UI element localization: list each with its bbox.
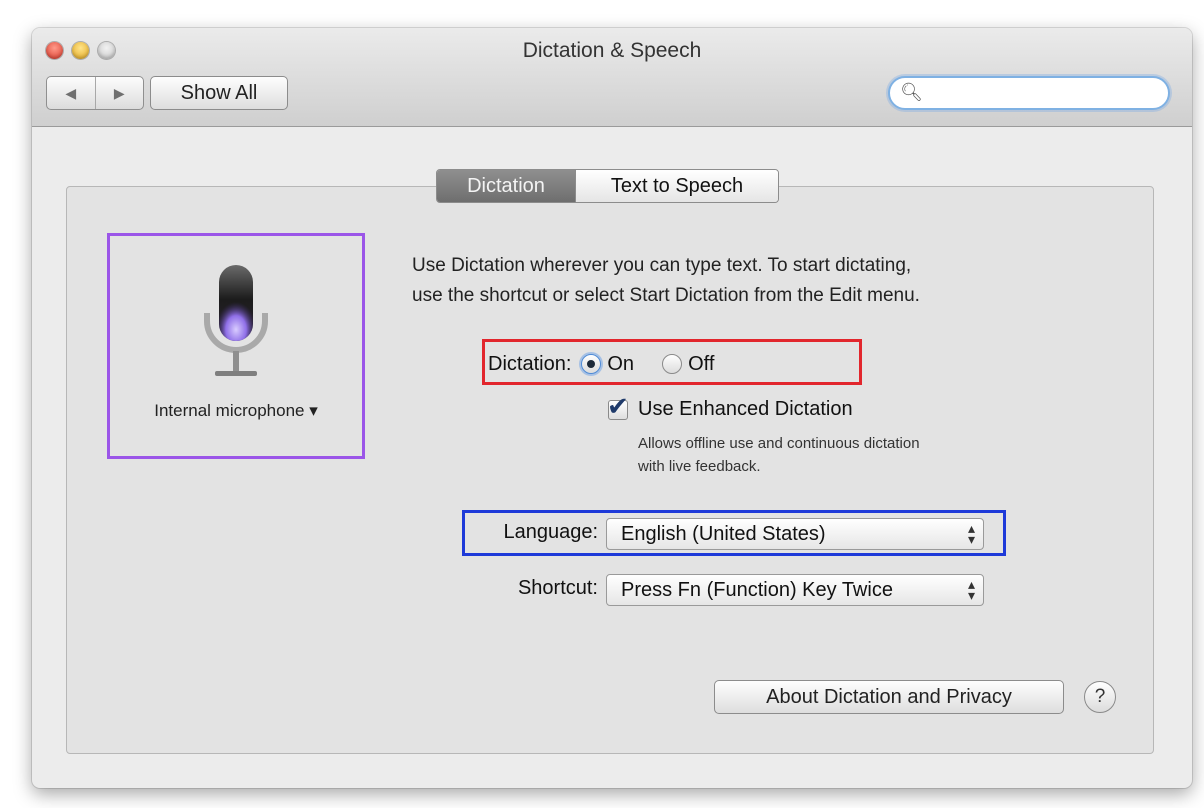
shortcut-select[interactable]: Press Fn (Function) Key Twice ▴ ▾	[606, 574, 984, 606]
tab-dictation[interactable]: Dictation	[437, 170, 575, 202]
tab-bar: Dictation Text to Speech	[436, 169, 779, 203]
select-arrows-icon: ▴ ▾	[967, 520, 975, 547]
dictation-description: Use Dictation wherever you can type text…	[412, 251, 1112, 311]
language-label: Language:	[503, 521, 598, 543]
window-title: Dictation & Speech	[522, 39, 702, 62]
dictation-off-label[interactable]: Off	[688, 353, 714, 376]
forward-arrow-icon: ▶	[113, 84, 125, 101]
search-field[interactable]: 🔍︎	[888, 76, 1170, 110]
description-line-1: Use Dictation wherever you can type text…	[412, 255, 912, 276]
back-forward-control: ◀ ▶	[46, 76, 144, 110]
shortcut-label: Shortcut:	[517, 577, 598, 599]
dictation-toggle-row: Dictation: On Off	[488, 350, 714, 378]
language-select[interactable]: English (United States) ▴ ▾	[606, 518, 984, 550]
search-input[interactable]	[924, 81, 1158, 107]
help-button[interactable]: ?	[1084, 681, 1116, 713]
dictation-off-radio[interactable]	[662, 354, 683, 374]
window-toolbar: Dictation & Speech ◀ ▶ Show All 🔍︎	[32, 28, 1192, 127]
back-button[interactable]: ◀	[47, 77, 95, 109]
search-icon: 🔍︎	[900, 82, 923, 102]
shortcut-value: Press Fn (Function) Key Twice	[621, 578, 893, 601]
dictation-on-radio[interactable]	[581, 354, 602, 374]
checkmark-icon: ✔	[607, 391, 629, 421]
enhanced-help-line-2: with live feedback.	[638, 458, 761, 475]
dictation-label: Dictation:	[488, 352, 572, 375]
description-line-2: use the shortcut or select Start Dictati…	[412, 285, 920, 306]
select-arrows-icon: ▴ ▾	[967, 576, 975, 603]
enhanced-dictation-help: Allows offline use and continuous dictat…	[638, 432, 1058, 478]
about-dictation-privacy-button[interactable]: About Dictation and Privacy	[714, 680, 1064, 714]
highlight-microphone	[107, 233, 365, 459]
enhanced-dictation-checkbox[interactable]: ✔	[607, 391, 629, 421]
forward-button[interactable]: ▶	[94, 77, 144, 109]
tab-text-to-speech[interactable]: Text to Speech	[575, 170, 778, 202]
enhanced-dictation-label[interactable]: Use Enhanced Dictation	[638, 398, 853, 421]
show-all-button[interactable]: Show All	[150, 76, 288, 110]
enhanced-help-line-1: Allows offline use and continuous dictat…	[638, 435, 920, 452]
radio-selected-dot	[587, 360, 596, 368]
preferences-window: Dictation & Speech ◀ ▶ Show All 🔍︎ Dicta…	[32, 28, 1192, 788]
language-value: English (United States)	[621, 522, 826, 545]
dictation-on-label[interactable]: On	[607, 353, 634, 376]
back-arrow-icon: ◀	[65, 84, 77, 101]
